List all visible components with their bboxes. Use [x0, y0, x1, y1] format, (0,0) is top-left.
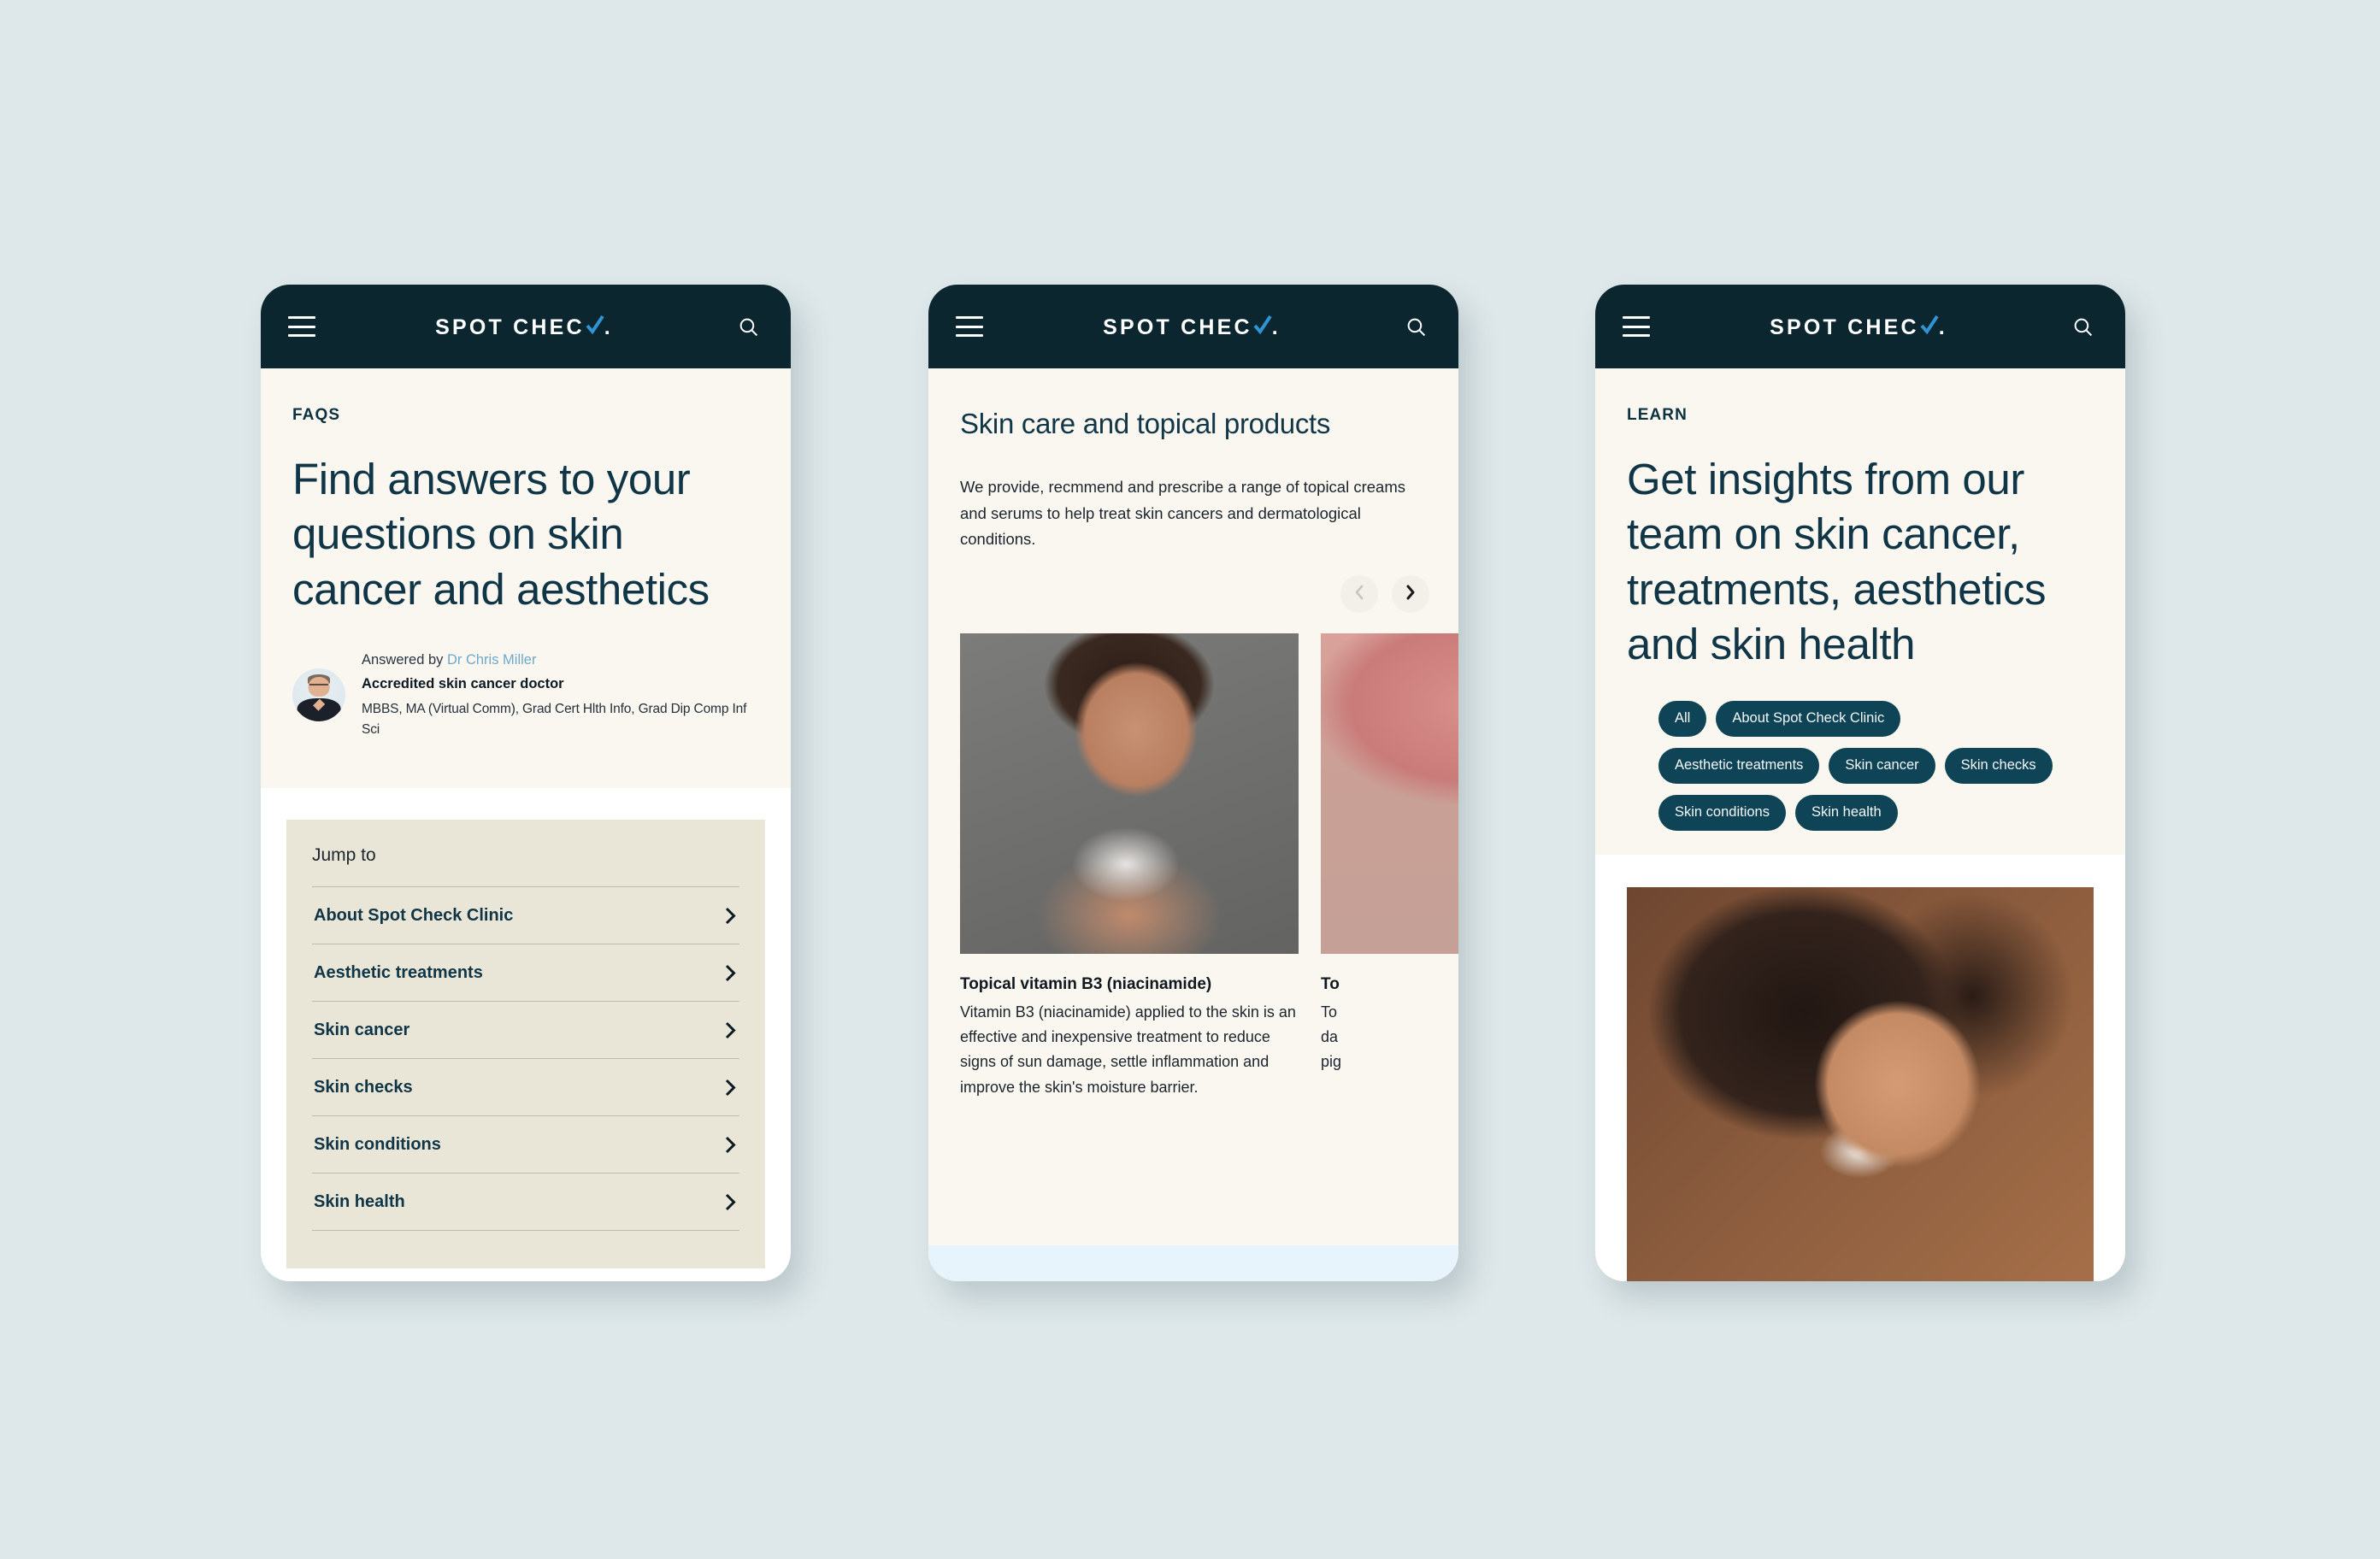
- answered-by-label: Answered by: [362, 651, 447, 668]
- list-item-label: Skin cancer: [314, 1020, 410, 1039]
- jump-to-card: Jump to About Spot Check Clinic Aestheti…: [286, 819, 765, 1268]
- doctor-name-link[interactable]: Dr Chris Miller: [447, 652, 537, 668]
- logo-dot: .: [1938, 315, 1947, 339]
- product-card-carousel[interactable]: Topical vitamin B3 (niacinamide) Vitamin…: [928, 613, 1458, 1100]
- filter-chip-all[interactable]: All: [1658, 701, 1707, 737]
- logo-dot: .: [604, 315, 613, 339]
- page-eyebrow: LEARN: [1627, 406, 1688, 424]
- jump-to-item-about-spot-check-clinic[interactable]: About Spot Check Clinic: [312, 885, 739, 944]
- phone-mockup-faqs: SPOT CHEC . FAQS Find answers to your qu…: [261, 285, 791, 1281]
- author-byline: Answered by Dr Chris Miller Accredited s…: [292, 650, 759, 788]
- filter-chip-skin-health[interactable]: Skin health: [1794, 795, 1898, 831]
- jump-to-title: Jump to: [312, 844, 376, 865]
- search-icon[interactable]: [1400, 311, 1431, 342]
- chevron-right-icon: [725, 907, 736, 925]
- hero-section: FAQS Find answers to your questions on s…: [261, 368, 791, 788]
- page-eyebrow: FAQS: [292, 406, 341, 424]
- list-item-label: Skin health: [314, 1191, 405, 1211]
- brand-logo[interactable]: SPOT CHEC .: [435, 313, 613, 340]
- chevron-right-icon: [725, 1136, 736, 1154]
- filter-chip-about-spot-check-clinic[interactable]: About Spot Check Clinic: [1716, 701, 1901, 737]
- chevron-right-icon: [725, 1193, 736, 1211]
- card-body: To da pig: [1321, 1003, 1342, 1071]
- avatar: [292, 668, 345, 721]
- hamburger-icon[interactable]: [956, 316, 983, 337]
- list-item-label: About Spot Check Clinic: [314, 905, 514, 925]
- carousel-next-button[interactable]: [1392, 575, 1429, 614]
- woman-holding-cream-jar-photo: [960, 633, 1299, 955]
- card-body: Vitamin B3 (niacinamide) applied to the …: [960, 1003, 1296, 1096]
- logo-dot: .: [1271, 315, 1281, 339]
- check-mark-icon: [1920, 313, 1939, 334]
- app-header: SPOT CHEC .: [928, 285, 1458, 368]
- footer-accent-band: [928, 1245, 1458, 1281]
- logo-text: SPOT CHEC: [435, 315, 585, 339]
- list-item-label: Skin checks: [314, 1077, 413, 1097]
- search-icon[interactable]: [733, 311, 763, 342]
- chevron-right-icon: [725, 1021, 736, 1039]
- check-mark-icon: [586, 313, 604, 334]
- chevron-right-icon: [1405, 585, 1416, 604]
- card-title: Topical vitamin B3 (niacinamide): [960, 975, 1212, 994]
- hamburger-icon[interactable]: [288, 316, 315, 337]
- section-divider: [1595, 855, 2125, 887]
- brand-logo[interactable]: SPOT CHEC .: [1770, 313, 1947, 340]
- brand-logo[interactable]: SPOT CHEC .: [1103, 313, 1281, 340]
- list-item-label: Aesthetic treatments: [314, 962, 483, 982]
- jump-to-item-skin-conditions[interactable]: Skin conditions: [312, 1115, 739, 1173]
- filter-chip-skin-cancer[interactable]: Skin cancer: [1829, 748, 1935, 784]
- section-intro: We provide, recmmend and prescribe a ran…: [960, 478, 1405, 549]
- jump-to-item-aesthetic-treatments[interactable]: Aesthetic treatments: [312, 943, 739, 1001]
- app-header: SPOT CHEC .: [1595, 285, 2125, 368]
- search-icon[interactable]: [2067, 311, 2098, 342]
- jump-to-item-skin-checks[interactable]: Skin checks: [312, 1057, 739, 1115]
- chevron-right-icon: [725, 964, 736, 982]
- hero-section: LEARN Get insights from our team on skin…: [1595, 368, 2125, 855]
- doctor-qualifications: MBBS, MA (Virtual Comm), Grad Cert Hlth …: [362, 701, 747, 737]
- carousel-prev-button[interactable]: [1340, 575, 1378, 614]
- chevron-right-icon: [725, 1079, 736, 1097]
- section-title: Skin care and topical products: [960, 408, 1331, 439]
- carousel-controls: [928, 553, 1458, 614]
- topical-products-section: Skin care and topical products We provid…: [928, 368, 1458, 1281]
- chevron-left-icon: [1354, 585, 1364, 604]
- canvas: SPOT CHEC . FAQS Find answers to your qu…: [0, 0, 2380, 1559]
- phone-mockup-topical-products: SPOT CHEC . Skin care and topical produc…: [928, 285, 1458, 1281]
- product-card[interactable]: Topical vitamin B3 (niacinamide) Vitamin…: [960, 633, 1299, 1100]
- page-title: Find answers to your questions on skin c…: [292, 455, 710, 614]
- product-card[interactable]: To To da pig: [1321, 633, 1458, 1100]
- list-item-label: Skin conditions: [314, 1134, 441, 1154]
- app-header: SPOT CHEC .: [261, 285, 791, 368]
- skin-closeup-photo: [1321, 633, 1458, 955]
- logo-text: SPOT CHEC: [1770, 315, 1919, 339]
- filter-chip-skin-checks[interactable]: Skin checks: [1944, 748, 2053, 784]
- filter-chip-skin-conditions[interactable]: Skin conditions: [1658, 795, 1786, 831]
- page-title: Get insights from our team on skin cance…: [1627, 455, 2047, 668]
- filter-chip-group: All About Spot Check Clinic Aesthetic tr…: [1627, 672, 2094, 831]
- phone-mockup-learn: SPOT CHEC . LEARN Get insights from our …: [1595, 285, 2125, 1281]
- filter-chip-aesthetic-treatments[interactable]: Aesthetic treatments: [1658, 748, 1820, 784]
- woman-applying-sunscreen-photo[interactable]: [1627, 887, 2094, 1281]
- jump-to-item-skin-health[interactable]: Skin health: [312, 1172, 739, 1231]
- section-divider: [261, 787, 791, 820]
- jump-to-item-skin-cancer[interactable]: Skin cancer: [312, 1000, 739, 1058]
- check-mark-icon: [1253, 313, 1272, 334]
- hamburger-icon[interactable]: [1623, 316, 1650, 337]
- logo-text: SPOT CHEC: [1103, 315, 1252, 339]
- doctor-role: Accredited skin cancer doctor: [362, 676, 564, 692]
- card-title: To: [1321, 975, 1340, 994]
